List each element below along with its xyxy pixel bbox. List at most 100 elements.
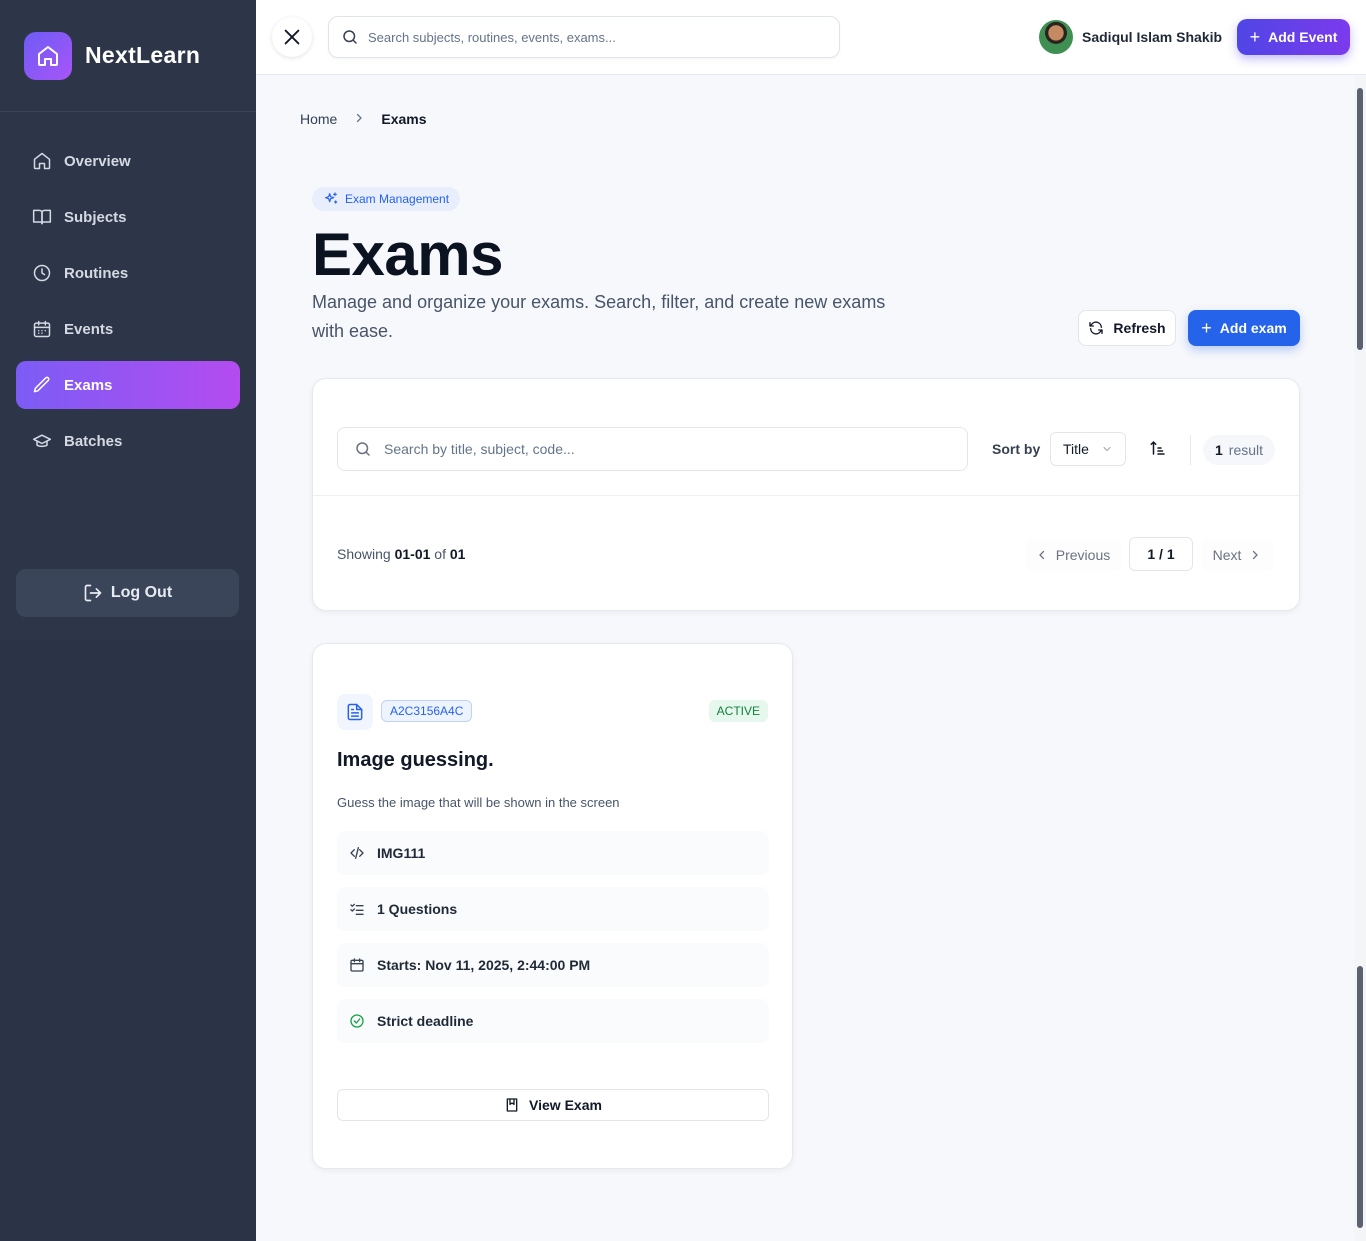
exam-id-badge: A2C3156A4C (381, 700, 473, 722)
breadcrumb-home[interactable]: Home (300, 111, 337, 127)
refresh-button[interactable]: Refresh (1078, 310, 1176, 346)
result-count: 1 result (1203, 435, 1276, 465)
previous-page-button[interactable]: Previous (1025, 539, 1121, 571)
exam-code-row: IMG111 (337, 831, 769, 875)
user-profile[interactable]: Sadiqul Islam Shakib (1039, 20, 1222, 54)
sidebar-panel: NextLearn Overview Subjects Routines Eve… (0, 0, 256, 640)
start-date: Starts: Nov 11, 2025, 2:44:00 PM (377, 957, 591, 973)
scrollbar[interactable] (1354, 76, 1366, 1241)
sidebar-item-label: Overview (64, 152, 131, 170)
divider (1190, 435, 1191, 465)
sidebar-item-subjects[interactable]: Subjects (16, 193, 240, 241)
graduation-cap-icon (32, 434, 52, 448)
next-label: Next (1212, 547, 1242, 563)
badge-label: Exam Management (345, 192, 450, 206)
search-icon (356, 442, 370, 456)
sort-label: Sort by (992, 441, 1041, 457)
deadline-label: Strict deadline (377, 1013, 474, 1029)
previous-label: Previous (1055, 547, 1111, 563)
showing-of: of (434, 546, 446, 562)
showing-prefix: Showing (337, 546, 391, 562)
book-icon (32, 209, 52, 225)
view-exam-label: View Exam (529, 1097, 602, 1113)
sidebar-item-events[interactable]: Events (16, 305, 240, 353)
sort-ascending-icon (1150, 440, 1165, 455)
pen-icon (33, 376, 50, 393)
sidebar-item-overview[interactable]: Overview (16, 137, 240, 185)
calendar-icon (33, 320, 51, 338)
filter-panel: Sort by Title 1 result Showing 01-01 of … (312, 378, 1300, 611)
questions-row: 1 Questions (337, 887, 769, 931)
page-description: Manage and organize your exams. Search, … (312, 292, 886, 341)
close-icon (284, 29, 300, 45)
chevron-left-icon (1038, 550, 1044, 560)
pagination-summary: Showing 01-01 of 01 (337, 546, 465, 562)
result-number: 1 (1215, 442, 1223, 458)
exam-title: Image guessing. (337, 749, 494, 771)
plus-icon: + (1201, 317, 1212, 338)
brand-name: NextLearn (85, 42, 201, 68)
sidebar-item-label: Exams (64, 376, 113, 394)
next-page-button[interactable]: Next (1201, 539, 1273, 571)
sort-value: Title (1063, 441, 1089, 457)
sidebar-nav: Overview Subjects Routines Events Exams … (0, 112, 256, 465)
logout-icon (84, 584, 102, 602)
breadcrumb: Home Exams (300, 111, 427, 127)
sidebar-item-label: Subjects (64, 208, 127, 226)
global-search-input[interactable] (368, 29, 808, 45)
sidebar-item-routines[interactable]: Routines (16, 249, 240, 297)
calendar-icon (350, 958, 364, 972)
scrollbar-thumb[interactable] (1357, 966, 1363, 1228)
add-event-label: Add Event (1268, 29, 1338, 45)
chevron-right-icon (353, 111, 365, 127)
sidebar-item-label: Routines (64, 264, 129, 282)
home-logo-icon (24, 31, 72, 80)
clock-icon (33, 264, 51, 282)
home-icon (33, 152, 51, 170)
main-content: Home Exams Exam Management Exams Manage … (256, 76, 1354, 1241)
divider (313, 495, 1299, 496)
add-exam-label: Add exam (1219, 320, 1287, 336)
result-label: result (1228, 442, 1264, 458)
plus-icon: + (1249, 26, 1261, 47)
view-exam-button[interactable]: View Exam (337, 1089, 769, 1121)
sidebar-item-label: Batches (64, 432, 123, 450)
sidebar-item-batches[interactable]: Batches (16, 417, 240, 465)
user-name: Sadiqul Islam Shakib (1082, 29, 1223, 45)
showing-range: 01-01 (394, 546, 431, 562)
avatar (1039, 20, 1073, 54)
sort-direction-button[interactable] (1149, 439, 1167, 462)
sparkles-icon (325, 192, 338, 204)
check-circle-icon (350, 1014, 364, 1028)
scrollbar-thumb[interactable] (1357, 88, 1363, 350)
status-badge: ACTIVE (708, 700, 768, 722)
exam-search-input[interactable] (384, 441, 944, 457)
add-exam-button[interactable]: + Add exam (1188, 310, 1300, 346)
sort-select[interactable]: Title (1050, 432, 1126, 466)
logout-label: Log Out (110, 584, 173, 601)
exam-description: Guess the image that will be shown in th… (337, 795, 620, 810)
add-event-button[interactable]: + Add Event (1237, 19, 1350, 55)
logout-button[interactable]: Log Out (16, 569, 239, 617)
search-icon (343, 30, 357, 44)
exam-code: IMG111 (377, 845, 426, 861)
exam-search (337, 427, 968, 471)
sidebar-item-label: Events (64, 320, 114, 338)
deadline-row: Strict deadline (337, 999, 769, 1043)
chevron-right-icon (1253, 550, 1259, 560)
refresh-label: Refresh (1113, 320, 1166, 336)
sidebar-item-exams[interactable]: Exams (16, 361, 240, 409)
checklist-icon (350, 903, 364, 915)
page-indicator: 1 / 1 (1129, 537, 1193, 571)
global-search (328, 16, 840, 58)
close-sidebar-button[interactable] (272, 17, 312, 57)
top-header: Sadiqul Islam Shakib + Add Event (256, 0, 1366, 75)
questions-count: 1 Questions (377, 901, 458, 917)
document-icon (337, 694, 373, 730)
section-badge: Exam Management (312, 187, 461, 211)
code-icon (350, 847, 364, 859)
chevron-down-icon (1103, 447, 1111, 452)
sidebar: NextLearn Overview Subjects Routines Eve… (0, 0, 256, 1241)
refresh-icon (1089, 321, 1104, 335)
brand[interactable]: NextLearn (0, 0, 256, 112)
